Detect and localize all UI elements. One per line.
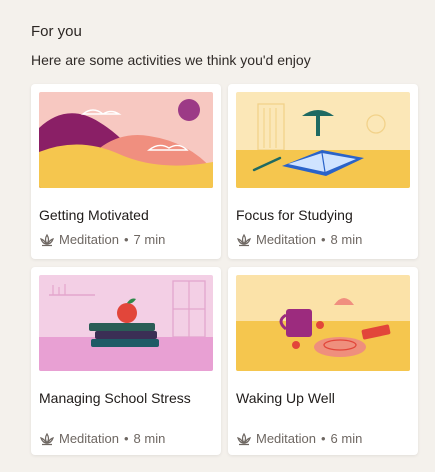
card-illustration-apple-books bbox=[39, 275, 213, 371]
card-category: Meditation bbox=[256, 431, 316, 446]
card-meta: Meditation • 8 min bbox=[236, 231, 410, 249]
berry-2 bbox=[292, 341, 300, 349]
card-duration: 6 min bbox=[330, 431, 363, 446]
card-category: Meditation bbox=[59, 232, 119, 247]
activity-card-getting-motivated[interactable]: Getting Motivated Meditation • 7 min bbox=[31, 84, 221, 259]
card-illustration-book-desk bbox=[236, 92, 410, 188]
activity-card-focus-for-studying[interactable]: Focus for Studying Meditation • 8 min bbox=[228, 84, 418, 259]
card-meta: Meditation • 6 min bbox=[236, 430, 410, 448]
book-2 bbox=[95, 331, 157, 339]
activity-card-waking-up-well[interactable]: Waking Up Well Meditation • 6 min bbox=[228, 267, 418, 455]
meta-separator: • bbox=[320, 431, 326, 446]
meta-separator: • bbox=[320, 232, 326, 247]
lotus-icon bbox=[40, 432, 54, 446]
card-title: Waking Up Well bbox=[236, 390, 335, 406]
section-title: For you bbox=[31, 23, 82, 40]
card-duration: 8 min bbox=[330, 232, 363, 247]
book-3 bbox=[89, 323, 155, 331]
card-meta: Meditation • 8 min bbox=[39, 430, 213, 448]
card-title: Getting Motivated bbox=[39, 207, 149, 223]
section-subtitle: Here are some activities we think you'd … bbox=[31, 52, 311, 68]
card-duration: 8 min bbox=[133, 431, 166, 446]
lotus-icon bbox=[237, 432, 251, 446]
for-you-section: For you Here are some activities we thin… bbox=[0, 0, 435, 472]
activity-grid: Getting Motivated Meditation • 7 min Foc… bbox=[31, 84, 418, 455]
sun bbox=[178, 99, 200, 121]
card-title: Focus for Studying bbox=[236, 207, 353, 223]
book-desk-illustration bbox=[236, 92, 410, 188]
lotus-icon bbox=[237, 233, 251, 247]
card-illustration-breakfast bbox=[236, 275, 410, 371]
card-category: Meditation bbox=[256, 232, 316, 247]
mountains-illustration bbox=[39, 92, 213, 188]
mug bbox=[286, 309, 312, 337]
apple-books-illustration bbox=[39, 275, 213, 371]
card-title: Managing School Stress bbox=[39, 390, 191, 406]
meta-separator: • bbox=[123, 232, 129, 247]
card-meta: Meditation • 7 min bbox=[39, 231, 213, 249]
berry-1 bbox=[316, 321, 324, 329]
lotus-icon bbox=[40, 233, 54, 247]
book-1 bbox=[91, 339, 159, 347]
lamp-stem bbox=[316, 116, 320, 136]
card-category: Meditation bbox=[59, 431, 119, 446]
activity-card-managing-school-stress[interactable]: Managing School Stress Meditation • 8 mi… bbox=[31, 267, 221, 455]
card-illustration-mountains bbox=[39, 92, 213, 188]
card-duration: 7 min bbox=[133, 232, 166, 247]
meta-separator: • bbox=[123, 431, 129, 446]
apple bbox=[117, 303, 137, 323]
breakfast-illustration bbox=[236, 275, 410, 371]
